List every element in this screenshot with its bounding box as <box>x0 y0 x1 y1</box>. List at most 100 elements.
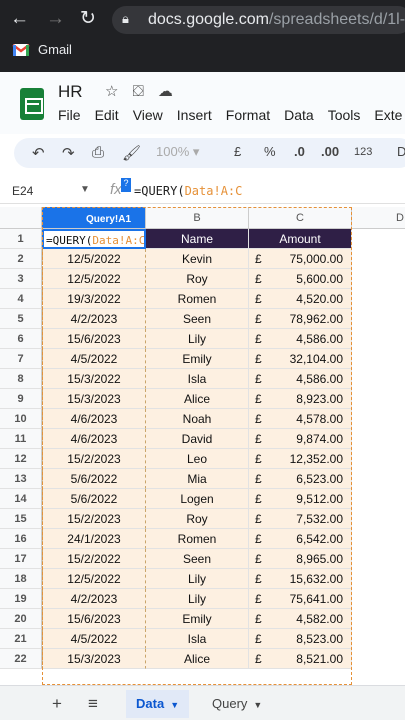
bookmark-gmail[interactable]: Gmail <box>12 42 72 57</box>
row-header[interactable]: 7 <box>0 349 42 369</box>
row-header[interactable]: 22 <box>0 649 42 669</box>
select-all-corner[interactable] <box>0 207 42 229</box>
date-cell[interactable]: 19/3/2022 <box>42 289 146 309</box>
name-cell[interactable]: Alice <box>146 649 249 669</box>
name-cell[interactable]: Seen <box>146 309 249 329</box>
formula-cell-a1[interactable]: =QUERY(Data!A:C <box>42 229 146 249</box>
column-header-a[interactable]: Query!A1 <box>42 207 146 229</box>
more-formats-button[interactable]: 123 <box>354 146 372 158</box>
star-icon[interactable]: ☆ <box>105 83 118 100</box>
amount-cell[interactable]: £4,586.00 <box>249 369 352 389</box>
decrease-decimal-button[interactable]: .0 <box>294 144 305 159</box>
date-cell[interactable]: 12/5/2022 <box>42 249 146 269</box>
undo-icon[interactable]: ↶ <box>32 144 45 162</box>
amount-cell[interactable]: £4,586.00 <box>249 329 352 349</box>
row-header[interactable]: 14 <box>0 489 42 509</box>
move-folder-icon[interactable]: ⛋ <box>132 83 143 100</box>
menu-view[interactable]: View <box>133 107 163 123</box>
row-header[interactable]: 1 <box>0 229 42 249</box>
date-cell[interactable]: 4/5/2022 <box>42 349 146 369</box>
row-header[interactable]: 11 <box>0 429 42 449</box>
row-header[interactable]: 10 <box>0 409 42 429</box>
amount-cell[interactable]: £32,104.00 <box>249 349 352 369</box>
name-cell[interactable]: Lily <box>146 589 249 609</box>
date-cell[interactable]: 15/6/2023 <box>42 329 146 349</box>
chevron-down-icon[interactable]: ▼ <box>80 184 90 195</box>
date-cell[interactable]: 12/5/2022 <box>42 569 146 589</box>
date-cell[interactable]: 5/6/2022 <box>42 469 146 489</box>
amount-cell[interactable]: £4,520.00 <box>249 289 352 309</box>
date-cell[interactable]: 4/5/2022 <box>42 629 146 649</box>
row-header[interactable]: 17 <box>0 549 42 569</box>
name-cell[interactable]: Noah <box>146 409 249 429</box>
name-cell[interactable]: Emily <box>146 609 249 629</box>
menu-file[interactable]: File <box>58 107 81 123</box>
date-cell[interactable]: 15/6/2023 <box>42 609 146 629</box>
row-header[interactable]: 5 <box>0 309 42 329</box>
menu-tools[interactable]: Tools <box>328 107 361 123</box>
name-cell[interactable]: Leo <box>146 449 249 469</box>
amount-cell[interactable]: £8,523.00 <box>249 629 352 649</box>
name-cell[interactable]: Lily <box>146 569 249 589</box>
name-box[interactable]: E24 <box>12 184 33 198</box>
date-cell[interactable]: 4/2/2023 <box>42 309 146 329</box>
reload-icon[interactable]: ↻ <box>80 8 96 30</box>
header-cell-name[interactable]: Name <box>146 229 249 249</box>
formula-input[interactable]: =QUERY(Data!A:C <box>134 184 242 198</box>
amount-cell[interactable]: £75,641.00 <box>249 589 352 609</box>
name-cell[interactable]: Seen <box>146 549 249 569</box>
name-cell[interactable]: Kevin <box>146 249 249 269</box>
amount-cell[interactable]: £15,632.00 <box>249 569 352 589</box>
date-cell[interactable]: 15/2/2023 <box>42 449 146 469</box>
date-cell[interactable]: 15/2/2022 <box>42 549 146 569</box>
row-header[interactable]: 4 <box>0 289 42 309</box>
tab-query[interactable]: Query ▼ <box>202 690 272 718</box>
amount-cell[interactable]: £6,523.00 <box>249 469 352 489</box>
date-cell[interactable]: 12/5/2022 <box>42 269 146 289</box>
name-cell[interactable]: Emily <box>146 349 249 369</box>
row-header[interactable]: 19 <box>0 589 42 609</box>
column-header-d[interactable]: D <box>352 207 405 229</box>
name-cell[interactable]: Isla <box>146 369 249 389</box>
name-cell[interactable]: Logen <box>146 489 249 509</box>
amount-cell[interactable]: £9,512.00 <box>249 489 352 509</box>
date-cell[interactable]: 4/6/2023 <box>42 409 146 429</box>
column-header-b[interactable]: B <box>146 207 249 229</box>
amount-cell[interactable]: £8,923.00 <box>249 389 352 409</box>
row-header[interactable]: 16 <box>0 529 42 549</box>
date-cell[interactable]: 15/3/2022 <box>42 369 146 389</box>
name-cell[interactable]: Roy <box>146 509 249 529</box>
menu-data[interactable]: Data <box>284 107 314 123</box>
amount-cell[interactable]: £75,000.00 <box>249 249 352 269</box>
row-header[interactable]: 13 <box>0 469 42 489</box>
header-cell-amount[interactable]: Amount <box>249 229 352 249</box>
increase-decimal-button[interactable]: .00 <box>321 144 339 159</box>
name-cell[interactable]: David <box>146 429 249 449</box>
document-title[interactable]: HR <box>58 82 83 102</box>
name-cell[interactable]: Isla <box>146 629 249 649</box>
zoom-select[interactable]: 100% ▾ <box>156 144 199 160</box>
date-cell[interactable]: 5/6/2022 <box>42 489 146 509</box>
name-cell[interactable]: Romen <box>146 529 249 549</box>
paint-format-icon[interactable]: 🖌︎ <box>122 144 141 162</box>
amount-cell[interactable]: £5,600.00 <box>249 269 352 289</box>
amount-cell[interactable]: £12,352.00 <box>249 449 352 469</box>
amount-cell[interactable]: £7,532.00 <box>249 509 352 529</box>
row-header[interactable]: 18 <box>0 569 42 589</box>
row-header[interactable]: 9 <box>0 389 42 409</box>
menu-insert[interactable]: Insert <box>177 107 212 123</box>
address-bar[interactable]: 🔒︎ docs.google.com/spreadsheets/d/1l-Fp <box>112 6 405 34</box>
name-cell[interactable]: Roy <box>146 269 249 289</box>
print-icon[interactable]: ⎙ <box>92 144 104 161</box>
column-header-c[interactable]: C <box>249 207 352 229</box>
row-header[interactable]: 2 <box>0 249 42 269</box>
date-cell[interactable]: 15/3/2023 <box>42 389 146 409</box>
font-select[interactable]: D <box>397 144 405 159</box>
amount-cell[interactable]: £9,874.00 <box>249 429 352 449</box>
back-arrow-icon[interactable]: ← <box>10 8 29 30</box>
amount-cell[interactable]: £4,582.00 <box>249 609 352 629</box>
amount-cell[interactable]: £8,521.00 <box>249 649 352 669</box>
date-cell[interactable]: 15/2/2023 <box>42 509 146 529</box>
row-header[interactable]: 12 <box>0 449 42 469</box>
row-header[interactable]: 20 <box>0 609 42 629</box>
